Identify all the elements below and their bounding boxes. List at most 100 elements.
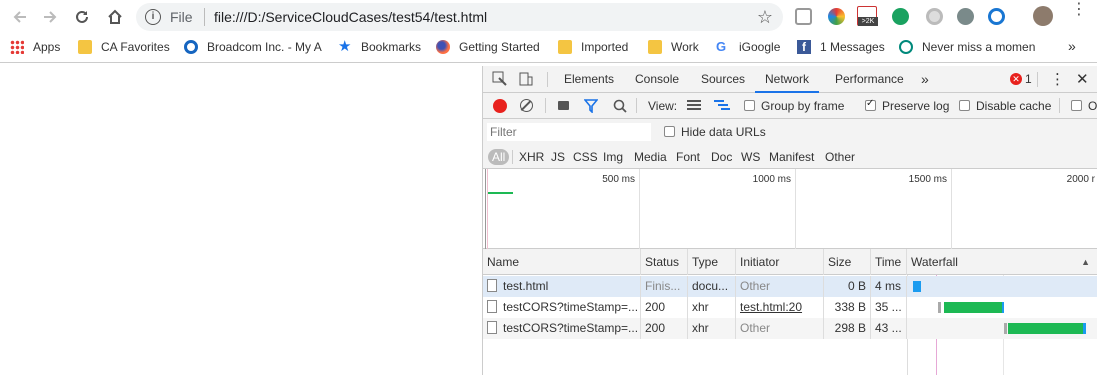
table-row[interactable]: testCORS?timeStamp=... 200 xhr Other 298… <box>483 318 1097 339</box>
shield-extension-icon[interactable] <box>795 8 812 25</box>
column-header-time[interactable]: Time <box>871 249 907 275</box>
group-by-frame-label[interactable]: Group by frame <box>761 99 844 113</box>
type-filter-font[interactable]: Font <box>674 149 702 165</box>
type-filter-js[interactable]: JS <box>549 149 567 165</box>
clear-icon[interactable] <box>520 99 533 112</box>
tab-console[interactable]: Console <box>635 66 679 93</box>
waterfall-stall-segment <box>938 302 941 313</box>
cell-time: 35 ... <box>871 297 907 318</box>
bookmark-broadcom[interactable]: Broadcom Inc. - My A <box>184 40 322 54</box>
back-button[interactable] <box>8 5 32 29</box>
bookmark-ca-favorites[interactable]: CA Favorites <box>78 40 170 54</box>
more-tabs-button[interactable]: » <box>921 66 929 93</box>
bookmark-imported[interactable]: Imported <box>558 40 628 54</box>
bookmark-facebook[interactable]: f 1 Messages <box>797 40 885 54</box>
tab-performance[interactable]: Performance <box>835 66 904 93</box>
device-toolbar-icon[interactable] <box>518 71 534 87</box>
bookmark-getting-started[interactable]: Getting Started <box>436 40 540 54</box>
type-filter-img[interactable]: Img <box>601 149 625 165</box>
error-icon[interactable]: ✕ <box>1010 73 1022 85</box>
disable-cache-label[interactable]: Disable cache <box>976 99 1051 113</box>
document-file-icon <box>487 300 497 313</box>
bookmark-star-icon[interactable]: ☆ <box>757 7 773 28</box>
type-filter-css[interactable]: CSS <box>571 149 600 165</box>
chrome-menu-icon[interactable]: ⋮ <box>1071 2 1087 18</box>
tab-network[interactable]: Network <box>755 66 820 93</box>
reload-button[interactable] <box>70 5 94 29</box>
bookmark-bookmarks[interactable]: ★ Bookmarks <box>338 38 422 55</box>
bookmark-work[interactable]: Work <box>648 40 699 54</box>
search-icon[interactable] <box>613 99 627 113</box>
gmail-extension-icon[interactable]: >2K <box>857 6 878 26</box>
type-filter-other[interactable]: Other <box>823 149 857 165</box>
bookmark-never-miss[interactable]: Never miss a momen <box>899 40 1035 54</box>
waterfall-bar <box>1008 323 1083 334</box>
profile-avatar[interactable] <box>1033 6 1053 26</box>
forward-button[interactable] <box>38 5 62 29</box>
blue-ring-extension-icon[interactable] <box>988 8 1005 25</box>
overview-tick-label: 1000 ms <box>752 174 791 185</box>
record-icon[interactable] <box>493 99 507 113</box>
cell-status: 200 <box>641 318 688 339</box>
waterfall-overview-icon[interactable] <box>714 100 730 111</box>
type-filter-manifest[interactable]: Manifest <box>767 149 816 165</box>
column-header-waterfall[interactable]: Waterfall ▲ <box>907 249 1097 275</box>
type-filter-all[interactable]: All <box>488 149 510 165</box>
table-row[interactable]: test.html Finis... docu... Other 0 B 4 m… <box>483 276 1097 297</box>
evernote-extension-icon[interactable] <box>892 8 909 25</box>
cell-type: docu... <box>688 276 736 297</box>
hide-data-urls-label[interactable]: Hide data URLs <box>681 125 766 139</box>
waterfall-bar <box>944 302 1002 313</box>
large-rows-icon[interactable] <box>687 100 701 111</box>
bookmark-label: Bookmarks <box>361 40 422 54</box>
bookmark-apps[interactable]: Apps <box>10 40 60 54</box>
column-header-status[interactable]: Status <box>641 249 688 275</box>
gray-extension-icon[interactable] <box>957 8 974 25</box>
tab-sources[interactable]: Sources <box>701 66 745 93</box>
hide-data-urls-checkbox[interactable] <box>664 126 675 137</box>
browser-toolbar: i File file:///D:/ServiceCloudCases/test… <box>0 0 1097 33</box>
network-toolbar: View: Group by frame Preserve log Disabl… <box>483 93 1097 119</box>
group-by-frame-checkbox[interactable] <box>744 100 755 111</box>
initiator-link[interactable]: test.html:20 <box>740 300 802 314</box>
screenshot-camera-icon[interactable] <box>558 101 569 110</box>
bookmark-label: Never miss a momen <box>922 40 1036 54</box>
devtools-menu-icon[interactable]: ⋮ <box>1050 66 1065 93</box>
column-header-name[interactable]: Name <box>483 249 641 275</box>
colorful-extension-icon[interactable] <box>828 8 845 25</box>
disable-cache-checkbox[interactable] <box>959 100 970 111</box>
circle-extension-icon[interactable] <box>926 8 943 25</box>
bookmarks-overflow-button[interactable]: » <box>1068 38 1076 54</box>
column-header-size[interactable]: Size <box>824 249 871 275</box>
star-icon: ★ <box>338 38 352 55</box>
preserve-log-label[interactable]: Preserve log <box>882 99 949 113</box>
toolbar-divider <box>545 98 546 113</box>
address-bar[interactable]: i File file:///D:/ServiceCloudCases/test… <box>136 3 783 31</box>
inspect-element-icon[interactable] <box>492 71 508 87</box>
url-text[interactable]: file:///D:/ServiceCloudCases/test54/test… <box>214 9 487 25</box>
cell-initiator[interactable]: test.html:20 <box>736 297 824 318</box>
bookmark-igoogle[interactable]: G iGoogle <box>716 40 780 55</box>
cell-size: 0 B <box>824 276 871 297</box>
bookmarks-bar: Apps CA Favorites Broadcom Inc. - My A ★… <box>0 33 1097 63</box>
site-info-icon[interactable]: i <box>145 9 161 25</box>
preserve-log-checkbox[interactable] <box>865 98 876 111</box>
tab-elements[interactable]: Elements <box>564 66 614 93</box>
home-button[interactable] <box>103 5 127 29</box>
overview-request-bar <box>488 192 513 194</box>
type-filter-doc[interactable]: Doc <box>709 149 734 165</box>
filter-input[interactable] <box>487 123 651 141</box>
column-header-initiator[interactable]: Initiator <box>736 249 824 275</box>
table-row[interactable]: testCORS?timeStamp=... 200 xhr test.html… <box>483 297 1097 318</box>
close-devtools-icon[interactable]: ✕ <box>1076 66 1089 93</box>
type-filter-ws[interactable]: WS <box>739 149 762 165</box>
type-filter-xhr[interactable]: XHR <box>517 149 546 165</box>
network-overview-timeline[interactable]: 500 ms 1000 ms 1500 ms 2000 r <box>483 169 1097 249</box>
offline-label[interactable]: O <box>1088 99 1097 113</box>
filter-funnel-icon[interactable] <box>584 99 598 113</box>
offline-checkbox[interactable] <box>1071 100 1082 111</box>
type-filter-media[interactable]: Media <box>632 149 669 165</box>
error-count[interactable]: 1 <box>1025 66 1032 93</box>
toolbar-divider <box>1059 98 1060 113</box>
column-header-type[interactable]: Type <box>688 249 736 275</box>
